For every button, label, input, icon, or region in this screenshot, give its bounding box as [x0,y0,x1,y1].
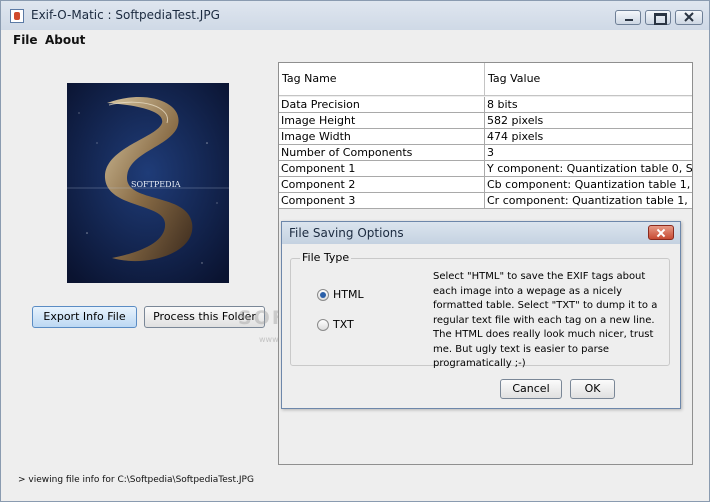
image-preview: SOFTPEDIA [67,83,229,283]
maximize-button[interactable] [645,10,671,25]
ok-button[interactable]: OK [570,379,615,399]
close-icon [684,12,694,22]
tag-value-cell: 582 pixels [487,114,544,127]
tag-name-cell: Component 3 [279,193,485,209]
preview-caption: SOFTPEDIA [131,180,181,189]
tag-name-cell: Component 2 [279,177,485,193]
preview-graphic: SOFTPEDIA [67,83,229,283]
column-header-tag-value[interactable]: Tag Value [485,63,692,96]
tag-name-cell: Number of Components [279,145,485,161]
table-row[interactable]: Image Width 474 pixels [279,129,692,145]
table-row[interactable]: Component 1 Y component: Quantization ta… [279,161,692,177]
table-row[interactable]: Component 2 Cb component: Quantization t… [279,177,692,193]
close-button[interactable] [675,10,703,25]
table-row[interactable]: Data Precision 8 bits [279,97,692,113]
dialog-title: File Saving Options [289,226,404,240]
export-info-file-button[interactable]: Export Info File [32,306,137,328]
window-title: Exif-O-Matic : SoftpediaTest.JPG [31,8,220,22]
cancel-button[interactable]: Cancel [500,379,562,399]
menu-file[interactable]: File [13,33,38,47]
html-radio[interactable] [317,289,329,301]
tag-value-cell: 8 bits [487,98,518,111]
tag-name-cell: Data Precision [279,97,485,113]
tag-value-cell: Y component: Quantization table 0, Sa... [487,162,692,175]
file-type-help-text: Select "HTML" to save the EXIF tags abou… [433,271,658,369]
table-body: Data Precision 8 bits Image Height 582 p… [279,97,692,209]
table-row[interactable]: Number of Components 3 [279,145,692,161]
table-row[interactable]: Image Height 582 pixels [279,113,692,129]
txt-radio-label[interactable]: TXT [333,318,354,331]
tag-value-cell: 474 pixels [487,130,544,143]
menu-about[interactable]: About [45,33,85,47]
file-type-label: File Type [300,251,352,264]
dialog-close-button[interactable] [648,225,674,240]
tag-name-cell: Component 1 [279,161,485,177]
title-bar[interactable]: Exif-O-Matic : SoftpediaTest.JPG [1,1,709,30]
table-header: Tag Name Tag Value [279,63,692,96]
txt-radio[interactable] [317,319,329,331]
app-window: Exif-O-Matic : SoftpediaTest.JPG File Ab… [0,0,710,502]
menu-bar: File About [1,30,709,50]
html-radio-label[interactable]: HTML [333,288,364,301]
table-row[interactable]: Component 3 Cr component: Quantization t… [279,193,692,209]
status-line: > viewing file info for C:\Softpedia\Sof… [18,475,254,485]
tag-value-cell: 3 [487,146,494,159]
tag-name-cell: Image Height [279,113,485,129]
tag-value-cell: Cr component: Quantization table 1, Sa..… [487,194,692,207]
app-icon [10,9,24,23]
file-saving-options-dialog: File Saving Options File Type HTML TXT S… [281,221,681,409]
column-header-tag-name[interactable]: Tag Name [279,63,485,96]
minimize-button[interactable] [615,10,641,25]
tag-name-cell: Image Width [279,129,485,145]
dialog-title-bar[interactable]: File Saving Options [282,222,680,244]
tag-value-cell: Cb component: Quantization table 1, S... [487,178,692,191]
